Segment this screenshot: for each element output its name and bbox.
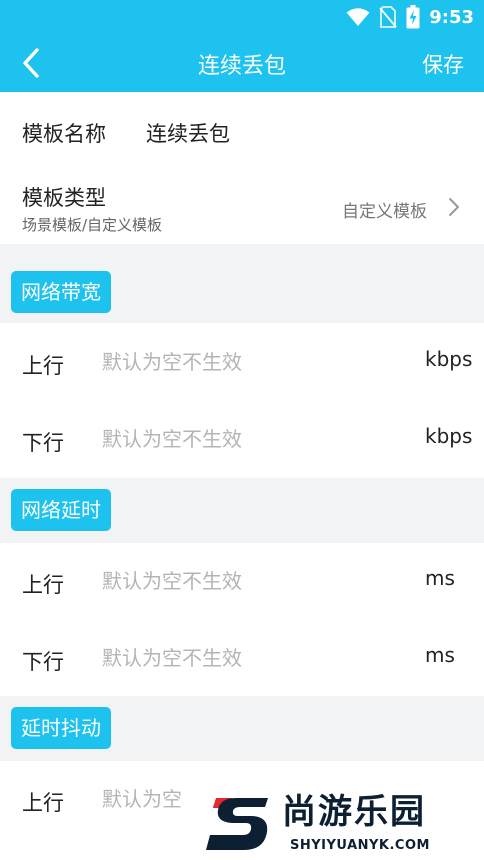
wifi-icon [346,8,370,26]
latency-down-label: 下行 [22,650,64,674]
bandwidth-down-input[interactable] [102,422,402,456]
status-bar: 9:53 [0,0,484,34]
status-icons: 9:53 [346,4,474,30]
battery-charging-icon [406,5,420,29]
watermark-brand: 尚游乐园 [282,792,426,832]
save-button[interactable]: 保存 [422,49,464,79]
chevron-left-icon [23,48,39,78]
watermark-domain: SHYIYUANYK.COM [290,838,430,853]
section-title-latency: 网络延时 [11,489,111,531]
latency-up-input[interactable] [102,564,402,598]
template-name-value[interactable]: 连续丢包 [146,118,230,148]
latency-down-unit: ms [425,643,455,667]
back-button[interactable] [14,46,48,80]
template-type-value[interactable]: 自定义模板 [342,197,427,222]
bandwidth-card: 上行 kbps 下行 kbps [0,323,484,478]
chevron-right-icon [449,198,459,216]
latency-card: 上行 ms 下行 ms [0,543,484,696]
template-info-card: 模板名称 连续丢包 模板类型 场景模板/自定义模板 自定义模板 [0,92,484,244]
bandwidth-up-label: 上行 [22,354,64,378]
no-sim-icon [379,6,397,28]
template-type-hint: 场景模板/自定义模板 [22,216,163,234]
latency-up-label: 上行 [22,573,64,597]
page-title: 连续丢包 [197,54,286,79]
jitter-up-input[interactable] [102,782,212,816]
bandwidth-down-unit: kbps [425,424,473,448]
section-title-bandwidth: 网络带宽 [11,271,111,313]
latency-up-unit: ms [425,566,455,590]
watermark: 尚游乐园 SHYIYUANYK.COM [206,792,480,858]
template-type-label: 模板类型 [22,186,106,210]
template-name-label: 模板名称 [22,122,106,146]
bandwidth-down-label: 下行 [22,431,64,455]
status-time: 9:53 [429,6,474,28]
section-title-jitter: 延时抖动 [11,707,111,749]
screen: 9:53 连续丢包 保存 模板名称 连续丢包 模板类型 场景模板/自定义模板 自… [0,0,484,860]
jitter-up-label: 上行 [22,791,64,815]
bandwidth-up-input[interactable] [102,345,402,379]
navbar: 连续丢包 保存 [0,34,484,92]
bandwidth-up-unit: kbps [425,347,473,371]
latency-down-input[interactable] [102,641,402,675]
watermark-logo-icon [206,798,268,850]
